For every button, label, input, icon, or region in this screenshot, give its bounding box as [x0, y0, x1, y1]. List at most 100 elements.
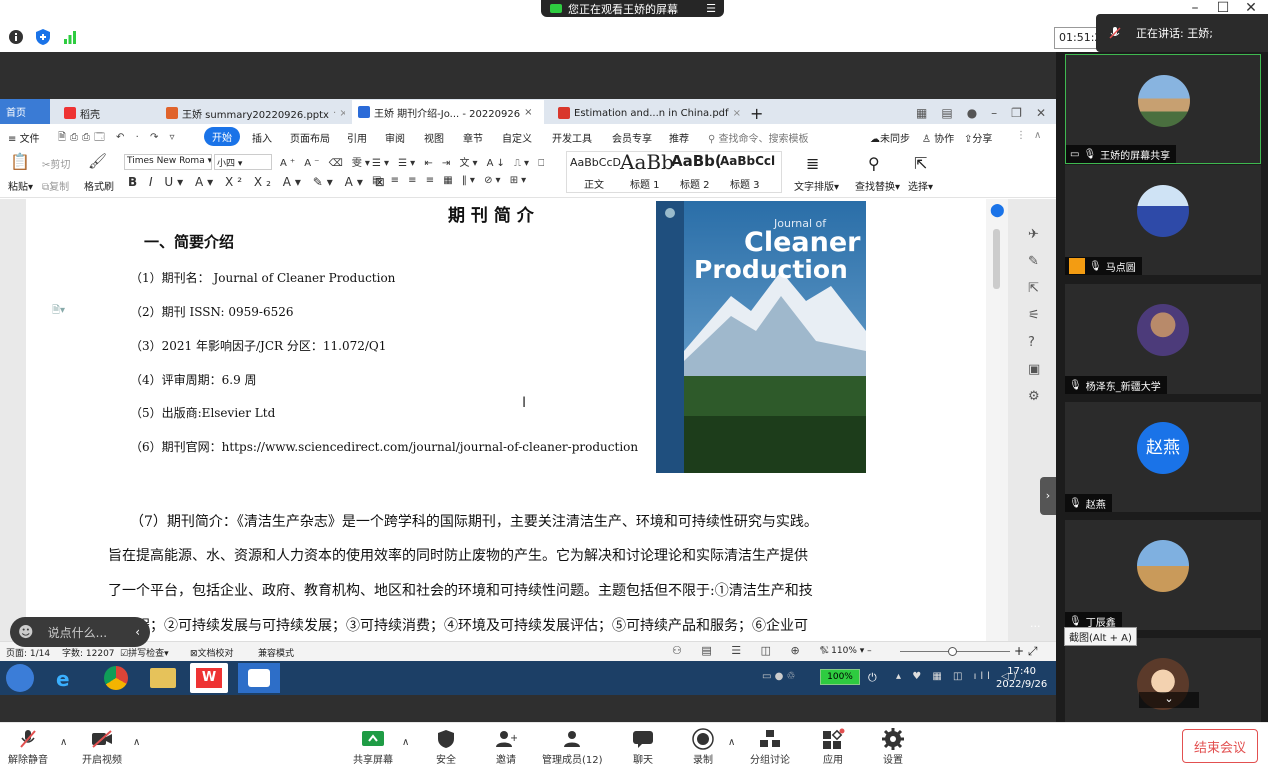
- image-icon[interactable]: ▣: [1028, 362, 1040, 377]
- document-page[interactable]: 期 刊 简 介 一、简要介绍 （1）期刊名： Journal of Cleane…: [26, 199, 986, 641]
- help-icon[interactable]: ?: [1028, 335, 1040, 350]
- security-button[interactable]: 安全: [433, 727, 459, 766]
- menu-icon[interactable]: ☰: [706, 2, 716, 15]
- start-video-button[interactable]: 开启视频: [82, 727, 122, 766]
- chat-input-bubble[interactable]: ☻ 说点什么... ‹: [10, 617, 150, 647]
- unmute-button[interactable]: 解除静音: [8, 727, 48, 766]
- participant-tile[interactable]: 🎙 杨泽东_新疆大学: [1065, 284, 1261, 394]
- menu-view[interactable]: 视图: [424, 130, 444, 145]
- chevron-up-icon[interactable]: ∧: [133, 737, 140, 748]
- doc-proofread[interactable]: ⊠文档校对: [190, 646, 234, 659]
- share-doc-button[interactable]: ⇪分享: [964, 130, 992, 145]
- select-button[interactable]: 选择▾: [908, 178, 933, 193]
- style-h1[interactable]: AaBb: [620, 150, 674, 174]
- ie-icon[interactable]: e: [56, 667, 70, 691]
- participant-tile[interactable]: 🎙 马点圆: [1065, 165, 1261, 275]
- info-icon[interactable]: [8, 29, 24, 45]
- close-tab-icon[interactable]: ×: [733, 108, 741, 119]
- start-button-icon[interactable]: [6, 664, 34, 692]
- zoom-slider-handle[interactable]: [948, 647, 957, 656]
- chat-button[interactable]: 聊天: [630, 727, 656, 766]
- chevron-up-icon[interactable]: ∧: [728, 737, 735, 748]
- close-tab-icon[interactable]: ×: [524, 107, 532, 118]
- paragraph-tools[interactable]: ▤ ≡ ≡ ≡ ▦ ‖▾ ⊘▾ ⊞▾: [372, 175, 529, 186]
- font-family-select[interactable]: Times New Roma ▾: [124, 154, 212, 170]
- menu-insert[interactable]: 插入: [252, 130, 272, 145]
- style-h3[interactable]: AaBbCcl: [720, 154, 775, 168]
- zoom-in-button[interactable]: + ⤢: [1014, 644, 1037, 659]
- view-mode-icons[interactable]: ⚇ ▤ ☰ ◫ ⊕ ✎: [672, 644, 836, 657]
- sliders-icon[interactable]: ⚟: [1028, 308, 1040, 323]
- menu-chapter[interactable]: 章节: [463, 130, 483, 145]
- menu-review[interactable]: 审阅: [385, 130, 405, 145]
- scrollbar-thumb[interactable]: [993, 229, 1000, 289]
- list-tools[interactable]: ☰▾ ☰▾ ⇤ ⇥ 文▾ A↓ ⎍▾ ⎕: [372, 154, 547, 169]
- chevron-up-icon[interactable]: ∧: [402, 737, 409, 748]
- menu-recommend[interactable]: 推荐: [669, 130, 689, 145]
- end-meeting-button[interactable]: 结束会议: [1182, 729, 1258, 763]
- paragraph-marker-icon[interactable]: 🗎▾: [52, 303, 65, 320]
- chevron-up-icon[interactable]: ∧: [60, 737, 67, 748]
- menu-references[interactable]: 引用: [347, 130, 367, 145]
- apps-button[interactable]: 应用: [820, 727, 846, 766]
- location-pin-icon[interactable]: ⬤: [990, 203, 1005, 218]
- paste-button[interactable]: 粘贴▾: [8, 178, 33, 193]
- tab-home[interactable]: 首页: [0, 99, 50, 124]
- tab-docer[interactable]: 稻壳: [58, 102, 148, 124]
- tab-pptx[interactable]: 王娇 summary20220926.pptx · ×: [160, 102, 345, 124]
- wps-minimize-button[interactable]: –: [991, 106, 997, 120]
- chevron-left-icon[interactable]: ‹: [135, 625, 140, 639]
- more-dots-icon[interactable]: ···: [1030, 620, 1041, 633]
- style-h2[interactable]: AaBb(: [671, 152, 722, 170]
- menu-file[interactable]: ≡ 文件: [8, 130, 40, 145]
- grid-icon[interactable]: ▤: [941, 106, 952, 120]
- wps-taskbar-button[interactable]: W: [190, 663, 228, 693]
- menu-layout[interactable]: 页面布局: [290, 130, 330, 145]
- taskbar-clock[interactable]: 17:40 2022/9/26: [996, 665, 1047, 691]
- wps-close-button[interactable]: ✕: [1036, 106, 1046, 120]
- record-button[interactable]: 录制: [690, 727, 716, 766]
- avatar-small-icon[interactable]: ●: [967, 106, 977, 120]
- find-replace-button[interactable]: 查找替换▾: [855, 178, 900, 193]
- wps-restore-button[interactable]: ❐: [1011, 106, 1022, 120]
- panel-toggle-button[interactable]: ›: [1040, 477, 1056, 515]
- new-tab-button[interactable]: +: [744, 102, 769, 124]
- font-size-select[interactable]: 小四 ▾: [214, 154, 272, 170]
- cut-button[interactable]: ✂剪切: [42, 156, 70, 171]
- layout-icon[interactable]: ▦: [916, 106, 927, 120]
- rocket-icon[interactable]: ✈: [1028, 227, 1040, 242]
- tray-icons[interactable]: ▭ ● ♲: [762, 671, 796, 682]
- meeting-taskbar-button[interactable]: [238, 663, 280, 693]
- tab-pdf[interactable]: Estimation and...n in China.pdf ×: [552, 102, 742, 124]
- copy-button[interactable]: ⧉复制: [42, 178, 69, 193]
- style-normal[interactable]: AaBbCcD: [570, 156, 621, 169]
- battery-indicator[interactable]: 100%: [820, 669, 860, 685]
- sync-status[interactable]: ☁未同步: [870, 130, 910, 145]
- participant-tile[interactable]: 🎙 丁辰鑫: [1065, 520, 1261, 630]
- shield-icon[interactable]: [34, 28, 52, 46]
- menu-custom[interactable]: 自定义: [502, 130, 532, 145]
- chrome-icon[interactable]: [104, 666, 128, 690]
- gear-small-icon[interactable]: ⚙: [1028, 389, 1040, 404]
- command-search[interactable]: ⚲ 查找命令、搜索模板: [708, 130, 809, 145]
- tab-docx-active[interactable]: 王娇 期刊介绍-Jo... - 20220926 ×: [352, 100, 544, 124]
- text-format-tools[interactable]: B I U▾ A▾ X² X₂ A▾ ✎▾ A▾ ⊠: [128, 175, 389, 189]
- folder-icon[interactable]: [150, 668, 176, 688]
- spell-check[interactable]: ☑拼写检查▾: [120, 646, 169, 659]
- settings-button[interactable]: 设置: [880, 727, 906, 766]
- scroll-down-icon[interactable]: ⌄: [1139, 692, 1199, 708]
- quick-access-icons[interactable]: 🗎⎙⎙🗔 ↶ · ↷ ▿: [58, 130, 179, 147]
- participant-tile[interactable]: ⌄: [1065, 638, 1261, 722]
- close-tab-icon[interactable]: · ×: [333, 108, 345, 119]
- collab-button[interactable]: ♙ 协作: [922, 130, 954, 145]
- zoom-level[interactable]: ⛶ 110% ▾ –: [822, 646, 872, 656]
- menu-home[interactable]: 开始: [204, 127, 240, 146]
- emoji-icon[interactable]: ☻: [18, 623, 34, 641]
- menu-developer[interactable]: 开发工具: [552, 130, 592, 145]
- participant-tile[interactable]: ▭ 🎙 王娇的屏幕共享: [1065, 54, 1261, 164]
- word-count[interactable]: 字数: 12207: [62, 646, 115, 659]
- pen-icon[interactable]: ✎: [1028, 254, 1040, 269]
- participant-tile[interactable]: 赵燕 🎙 赵燕: [1065, 402, 1261, 512]
- signal-icon[interactable]: [62, 29, 78, 45]
- breakout-button[interactable]: 分组讨论: [750, 727, 790, 766]
